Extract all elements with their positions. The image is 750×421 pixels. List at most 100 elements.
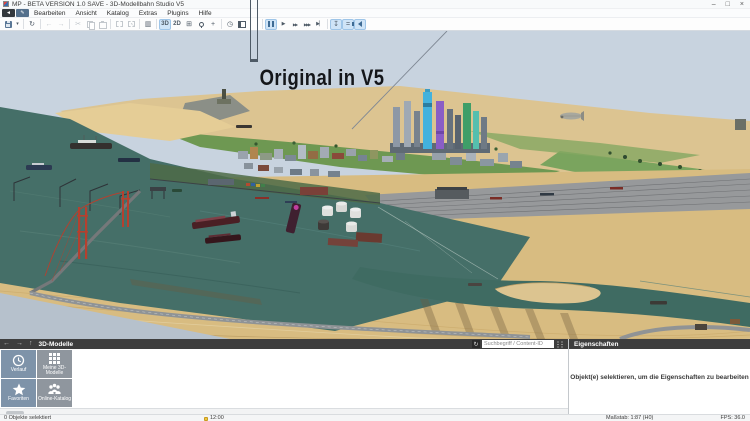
- tile-label: Online-Katalog: [37, 396, 72, 403]
- panel-bottom-icon: [250, 0, 258, 62]
- tile-favoriten[interactable]: Favoriten: [1, 379, 36, 407]
- panel-bottom-button[interactable]: [248, 0, 260, 62]
- catalog-title: 3D-Modelle: [38, 340, 74, 348]
- time-value: 12:00: [210, 415, 224, 421]
- viewport-overlay-label: Original in V5: [260, 67, 385, 91]
- toolbar: ▾ ↻ ← → ✂ ▥ 3D 2D ⊞ + ◷ ▶ ▶▶ ▶▶▶ ▶▏ ↧ =: [0, 0, 750, 62]
- properties-title: Eigenschaften: [574, 340, 619, 348]
- tile-meine-3d-modelle[interactable]: Meine 3D-Modelle: [37, 350, 72, 378]
- toolbar-separator: [110, 19, 111, 29]
- toolbar-separator: [156, 19, 157, 29]
- select-area-button[interactable]: [113, 19, 125, 30]
- properties-empty-message: Objekt(e) selektieren, um die Eigenschaf…: [570, 374, 749, 381]
- refresh-icon: ↻: [473, 341, 479, 348]
- paste-button[interactable]: [96, 19, 108, 30]
- edit-mode-button[interactable]: ✎: [16, 9, 29, 17]
- layers-button[interactable]: ▥: [142, 19, 154, 30]
- fps-status: FPS: 36.0: [720, 415, 745, 421]
- search-refresh-button[interactable]: ↻: [472, 340, 480, 348]
- viewport-overlay: Original in V5: [260, 67, 385, 91]
- plus-icon: +: [210, 20, 216, 28]
- panel-left-button[interactable]: [236, 19, 248, 30]
- toolbar-separator: [40, 19, 41, 29]
- pause-icon: [268, 21, 274, 27]
- catalog-header: ← → ↑ 3D-Modelle ↻: [0, 339, 568, 349]
- view-2d-button[interactable]: 2D: [171, 19, 183, 30]
- view-3d-button[interactable]: 3D: [159, 18, 171, 30]
- add-button[interactable]: +: [207, 19, 219, 30]
- menu-hilfe[interactable]: Hilfe: [194, 9, 217, 18]
- lamp-icon: [198, 21, 204, 28]
- star-icon: [12, 383, 25, 396]
- daytime-button[interactable]: ◷: [224, 19, 236, 30]
- skip-to-end-button[interactable]: ▶▏: [313, 19, 325, 30]
- maximize-button[interactable]: □: [726, 0, 730, 9]
- play-button[interactable]: ▶: [277, 19, 289, 30]
- search-group: ↻: [472, 340, 564, 348]
- menu-katalog[interactable]: Katalog: [102, 9, 134, 18]
- snap-ground-button[interactable]: ↧: [330, 18, 342, 30]
- save-button[interactable]: [2, 19, 14, 30]
- fast-forward-button[interactable]: ▶▶: [289, 19, 301, 30]
- tile-label: Verlauf: [10, 367, 27, 374]
- cut-icon: ✂: [75, 21, 81, 28]
- view-options-icon[interactable]: [556, 340, 564, 348]
- tile-online-katalog[interactable]: Online-Katalog: [37, 379, 72, 407]
- catalog-back-button[interactable]: ←: [0, 339, 13, 349]
- panel-left-icon: [238, 20, 246, 28]
- pencil-icon: ✎: [20, 10, 25, 16]
- view-2d-label: 2D: [173, 21, 181, 27]
- select-object-button[interactable]: [125, 19, 137, 30]
- viewport-3d-scene[interactable]: Original in V5: [0, 31, 750, 339]
- menubar: ◄ ✎ Bearbeiten Ansicht Katalog Extras Pl…: [0, 9, 750, 18]
- catalog-tile-grid: Verlauf Meine 3D-Modelle Favoriten Onlin…: [1, 350, 72, 407]
- toolbar-separator: [139, 19, 140, 29]
- snap-ground-icon: ↧: [333, 21, 339, 28]
- copy-button[interactable]: [84, 19, 96, 30]
- bottom-panels: ← → ↑ 3D-Modelle ↻ Verla: [0, 339, 750, 415]
- save-dropdown-button[interactable]: ▾: [14, 19, 21, 30]
- undo-button[interactable]: ←: [43, 19, 55, 30]
- catalog-up-button[interactable]: ↑: [26, 339, 36, 349]
- grid-button[interactable]: ⊞: [183, 19, 195, 30]
- layers-icon: ▥: [144, 21, 152, 28]
- undo-icon: ←: [45, 20, 53, 28]
- clock-icon: [12, 355, 25, 367]
- close-button[interactable]: ×: [740, 0, 744, 9]
- search-input[interactable]: [482, 340, 554, 348]
- toolbar-separator: [221, 19, 222, 29]
- people-icon: [48, 384, 61, 395]
- tile-label: Meine 3D-Modelle: [42, 364, 67, 376]
- model-grid-icon: [49, 352, 60, 364]
- speaker-icon: [352, 21, 362, 27]
- toolbar-separator: [23, 19, 24, 29]
- menu-ansicht[interactable]: Ansicht: [70, 9, 101, 18]
- catalog-forward-button[interactable]: →: [13, 339, 26, 349]
- time-status: 12:00: [204, 415, 224, 421]
- snap-track-icon: =: [345, 20, 351, 28]
- light-button[interactable]: [195, 19, 207, 30]
- fastest-forward-button[interactable]: ▶▶▶: [301, 19, 313, 30]
- reset-icon: ↻: [29, 21, 35, 28]
- back-mode-button[interactable]: ◄: [2, 9, 15, 17]
- sound-button[interactable]: [352, 18, 366, 30]
- back-arrow-icon: ◄: [6, 10, 11, 16]
- cut-button[interactable]: ✂: [72, 19, 84, 30]
- fast-forward-icon: ▶▶: [292, 21, 298, 27]
- reset-camera-button[interactable]: ↻: [26, 19, 38, 30]
- window-controls: – □ ×: [712, 0, 748, 9]
- menu-extras[interactable]: Extras: [134, 9, 162, 18]
- menu-plugins[interactable]: Plugins: [162, 9, 193, 18]
- minimize-button[interactable]: –: [712, 0, 716, 9]
- pause-button[interactable]: [265, 18, 277, 30]
- toolbar-separator: [327, 19, 328, 29]
- properties-header: Eigenschaften: [569, 339, 750, 349]
- selection-status: 0 Objekte selektiert: [4, 415, 52, 421]
- toolbar-separator: [262, 19, 263, 29]
- tile-verlauf[interactable]: Verlauf: [1, 350, 36, 378]
- marquee-icon: [115, 21, 123, 27]
- redo-button[interactable]: →: [55, 19, 67, 30]
- play-icon: ▶: [281, 21, 286, 27]
- menu-bearbeiten[interactable]: Bearbeiten: [29, 9, 70, 18]
- skip-to-end-icon: ▶▏: [316, 21, 323, 27]
